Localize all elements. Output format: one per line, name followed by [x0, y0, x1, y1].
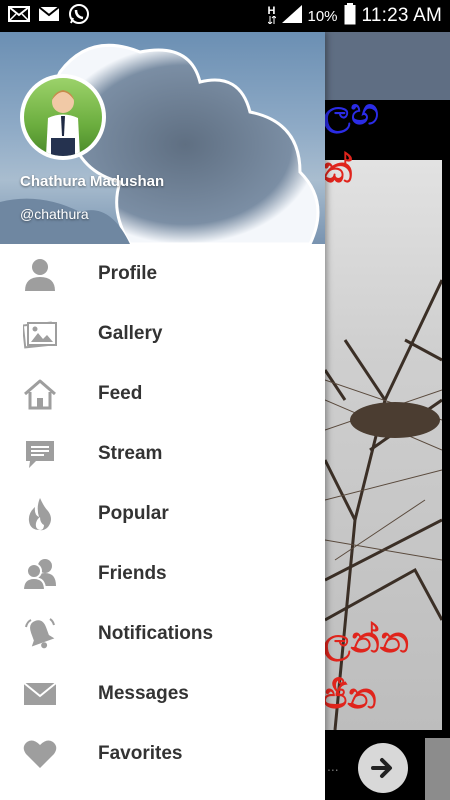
signal-icon [281, 4, 302, 28]
menu-item-popular[interactable]: Popular [0, 484, 325, 544]
chat-icon [22, 436, 58, 472]
envelope-icon [22, 676, 58, 712]
friends-icon [22, 556, 58, 592]
home-icon [22, 376, 58, 412]
navigation-drawer: Chathura Madushan @chathura Profile Gall… [0, 32, 325, 800]
menu-item-label: Popular [98, 503, 169, 524]
arrow-right-icon [371, 758, 392, 778]
menu-item-stream[interactable]: Stream [0, 424, 325, 484]
menu-item-feed[interactable]: Feed [0, 364, 325, 424]
bell-icon [22, 616, 58, 652]
menu-item-profile[interactable]: Profile [0, 244, 325, 304]
user-name: Chathura Madushan [20, 173, 165, 190]
menu-item-favorites[interactable]: Favorites [0, 724, 325, 784]
gallery-icon [22, 316, 58, 352]
menu-item-label: Gallery [98, 323, 163, 344]
background-text-line2: ක් [325, 150, 353, 191]
battery-icon [344, 2, 356, 30]
background-text-line1: ලහ [325, 100, 379, 133]
network-type-indicator: H [267, 6, 276, 26]
battery-percent: 10% [307, 7, 338, 25]
background-text-line3: ලන්න [325, 620, 409, 661]
menu-item-label: Notifications [98, 623, 214, 644]
drawer-header: Chathura Madushan @chathura [0, 32, 325, 244]
menu-item-friends[interactable]: Friends [0, 544, 325, 604]
menu-item-label: Profile [98, 263, 158, 284]
whatsapp-icon [68, 3, 90, 30]
menu-item-label: Stream [98, 443, 163, 464]
flame-icon [22, 496, 58, 532]
person-icon [22, 256, 58, 292]
clock: 11:23 AM [361, 5, 442, 26]
menu-item-label: Favorites [98, 743, 183, 764]
menu-item-label: Feed [98, 383, 143, 404]
menu-item-messages[interactable]: Messages [0, 664, 325, 724]
user-handle: @chathura [20, 206, 89, 222]
email-icon [38, 5, 60, 27]
heart-icon [22, 736, 58, 772]
menu-item-label: Messages [98, 683, 189, 704]
status-bar: H 10% 11:23 AM [0, 0, 450, 32]
next-button[interactable] [358, 743, 408, 793]
background-app-toolbar [325, 32, 450, 100]
background-text-line4: ජීන [325, 676, 377, 717]
avatar[interactable] [20, 74, 106, 160]
bottom-dots: ... [327, 758, 339, 774]
notification-icons [8, 3, 90, 30]
background-app-gray-block [425, 738, 450, 800]
menu-item-gallery[interactable]: Gallery [0, 304, 325, 364]
background-app-image: ලහ ක් ලන්න ජීන [325, 100, 442, 730]
drawer-menu: Profile Gallery Feed Stream Popular Frie… [0, 244, 325, 784]
menu-item-notifications[interactable]: Notifications [0, 604, 325, 664]
menu-item-label: Friends [98, 563, 167, 584]
avatar-photo [24, 78, 102, 156]
background-app-edge [442, 100, 450, 730]
email-icon [8, 5, 30, 27]
